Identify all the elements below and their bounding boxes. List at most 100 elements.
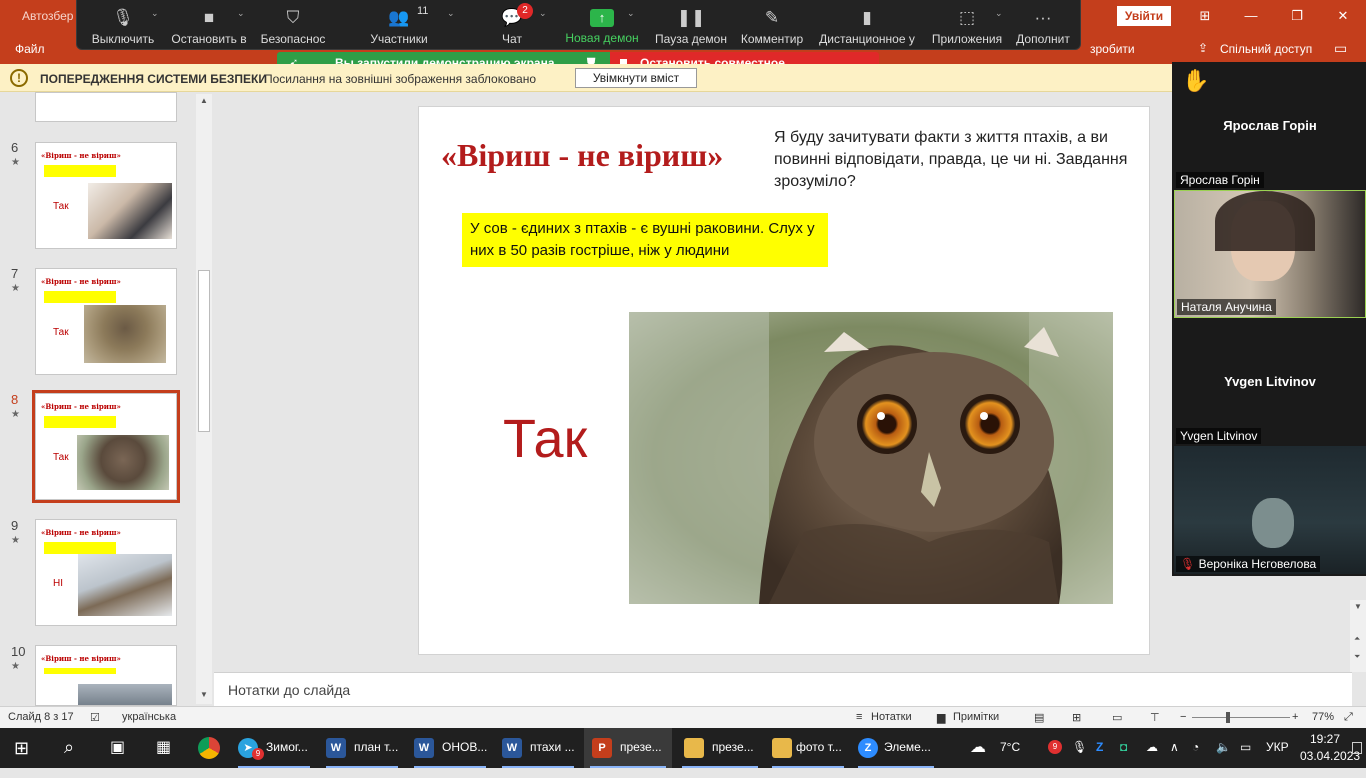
onedrive-icon[interactable]: ☁ <box>1146 740 1158 754</box>
reading-view-icon[interactable]: ▭ <box>1112 711 1122 724</box>
search-icon[interactable]: ⌕ <box>64 737 74 777</box>
tray-badge[interactable]: 9 <box>1048 740 1062 754</box>
windows-start-icon[interactable]: ⊞ <box>14 738 29 778</box>
more-button[interactable]: ··· Дополнит <box>1011 0 1075 50</box>
zoom-slider-thumb[interactable] <box>1226 712 1230 723</box>
comments-icon[interactable]: ▆ <box>937 711 945 724</box>
pause-share-button[interactable]: ❚❚ Пауза демон <box>653 0 729 50</box>
tab-file[interactable]: Файл <box>15 42 45 56</box>
task-view-icon[interactable]: ▣ <box>110 737 125 777</box>
chat-button[interactable]: 💬 Чат 2 ⌄ <box>477 0 547 50</box>
slideshow-icon[interactable]: ⊤ <box>1150 711 1160 724</box>
annotate-button[interactable]: ✎ Комментир <box>739 0 805 50</box>
new-share-button[interactable]: ↑ Новая демон ⌄ <box>563 0 641 50</box>
taskbar-app-telegram[interactable]: ➤ 9 Зимог... <box>232 728 316 768</box>
mute-button[interactable]: 🎙 Выключить ⌄ <box>85 0 161 50</box>
taskbar-app-powerpoint[interactable]: P презе... <box>584 728 672 768</box>
wifi-icon[interactable]: ◔ <box>1192 740 1199 754</box>
comment-icon[interactable]: ▭ <box>1334 40 1347 57</box>
calculator-icon[interactable]: ▦ <box>156 737 171 777</box>
zoom-level[interactable]: 77% <box>1312 711 1334 723</box>
fit-to-window-icon[interactable]: ⤢ <box>1344 711 1353 724</box>
fact-text-box[interactable]: У сов - єдиних з птахів - є вушні ракови… <box>462 213 828 267</box>
chevron-down-icon[interactable]: ⌄ <box>237 8 245 19</box>
scroll-down-icon[interactable]: ▼ <box>200 690 208 699</box>
notes-icon[interactable]: ≡ <box>856 711 862 723</box>
minimize-icon[interactable]: — <box>1236 6 1266 26</box>
participants-button[interactable]: 👥 Участники 11 ⌄ <box>359 0 454 50</box>
battery-icon[interactable]: ▭ <box>1240 740 1251 754</box>
chevron-down-icon[interactable]: ⌄ <box>995 8 1003 19</box>
tray-app-icon[interactable]: ◘ <box>1120 740 1127 754</box>
enable-content-button[interactable]: Увімкнути вміст <box>575 68 697 88</box>
scroll-down-icon[interactable]: ▼ <box>1354 602 1362 611</box>
weather-temperature[interactable]: 7°C <box>1000 740 1020 754</box>
notes-pane[interactable]: Нотатки до слайда <box>214 672 1352 706</box>
share-button[interactable]: Спільний доступ <box>1220 42 1312 56</box>
slide-thumbnail-partial[interactable] <box>35 92 177 122</box>
close-icon[interactable]: ✕ <box>1328 6 1358 26</box>
slide-thumbnail-8[interactable]: «Віриш - не віриш» Так <box>32 390 180 503</box>
chevron-up-icon[interactable]: ∧ <box>1170 740 1179 754</box>
chrome-icon[interactable] <box>198 737 220 759</box>
scroll-up-icon[interactable]: ▲ <box>200 96 208 105</box>
clock-time[interactable]: 19:27 <box>1310 732 1340 746</box>
previous-slide-icon[interactable]: ⏶ <box>1354 634 1360 644</box>
volume-icon[interactable]: 🔈 <box>1216 740 1231 754</box>
chat-badge: 2 <box>517 3 533 19</box>
scrollbar-thumb[interactable] <box>198 270 210 432</box>
owl-image[interactable] <box>629 312 1113 604</box>
app-title: Автозбер <box>22 9 74 23</box>
ribbon-display-icon[interactable]: ⊞ <box>1190 6 1220 26</box>
zoom-slider[interactable] <box>1192 717 1290 718</box>
notifications-icon[interactable] <box>1352 742 1362 754</box>
comments-toggle[interactable]: Примітки <box>953 711 999 723</box>
slide-intro-text[interactable]: Я буду зачитувати факти з життя птахів, … <box>774 127 1134 193</box>
weather-icon[interactable]: ☁ <box>970 737 986 757</box>
owl-image <box>77 435 169 490</box>
slide-thumbnail-6[interactable]: «Віриш - не віриш» Так <box>35 142 177 249</box>
chevron-down-icon[interactable]: ⌄ <box>539 8 547 19</box>
slide-sorter-icon[interactable]: ⊞ <box>1072 711 1081 724</box>
thumbnail-scrollbar[interactable]: ▲ ▼ <box>196 94 212 704</box>
answer-text[interactable]: Так <box>503 408 587 470</box>
taskbar-app-word-2[interactable]: W ОНОВ... <box>408 728 492 768</box>
slide-thumbnail-10[interactable]: «Віриш - не віриш» <box>35 645 177 706</box>
participant-tile[interactable]: Ярослав Горін Ярослав Горін <box>1174 106 1366 190</box>
language-indicator[interactable]: українська <box>122 711 176 723</box>
chevron-down-icon[interactable]: ⌄ <box>627 8 635 19</box>
spellcheck-icon[interactable]: ☑ <box>90 711 100 724</box>
participant-video-tile[interactable]: Наталя Анучина <box>1174 190 1366 318</box>
stop-video-button[interactable]: ■ Остановить в ⌄ <box>169 0 249 50</box>
slide-thumbnail-7[interactable]: «Віриш - не віриш» Так <box>35 268 177 375</box>
chevron-down-icon[interactable]: ⌄ <box>447 8 455 19</box>
slide-thumbnail-9[interactable]: «Віриш - не віриш» НІ <box>35 519 177 626</box>
keyboard-language[interactable]: УКР <box>1266 740 1289 754</box>
normal-view-icon[interactable]: ▤ <box>1034 711 1044 724</box>
zoom-in-icon[interactable]: + <box>1292 711 1298 723</box>
chevron-down-icon[interactable]: ⌄ <box>151 8 159 19</box>
share-icon[interactable]: ⇪ <box>1198 41 1208 55</box>
taskbar-app-word-1[interactable]: W план т... <box>320 728 404 768</box>
taskbar-app-zoom[interactable]: Z Элеме... <box>852 728 940 768</box>
star-icon: ★ <box>11 157 20 168</box>
participant-tile[interactable]: Yvgen Litvinov Yvgen Litvinov <box>1174 318 1366 446</box>
tell-me-search[interactable]: зробити <box>1090 42 1135 56</box>
slide-scrollbar[interactable]: ▼ ⏶ ⏷ <box>1350 600 1366 672</box>
maximize-icon[interactable]: ❐ <box>1282 6 1312 26</box>
participant-video-tile[interactable]: 🎙 Вероніка Нєговелова <box>1174 446 1366 574</box>
notes-toggle[interactable]: Нотатки <box>871 711 912 723</box>
zoom-tray-icon[interactable]: Z <box>1096 740 1103 754</box>
slide-title[interactable]: «Віриш - не віриш» <box>441 137 723 174</box>
taskbar-app-word-3[interactable]: W птахи ... <box>496 728 580 768</box>
remote-control-button[interactable]: ▮ Дистанционное у <box>817 0 917 50</box>
microphone-icon[interactable]: 🎙 <box>1072 740 1087 754</box>
next-slide-icon[interactable]: ⏷ <box>1354 652 1360 662</box>
apps-button[interactable]: ⬚ Приложения ⌄ <box>929 0 1005 50</box>
login-button[interactable]: Увійти <box>1117 6 1171 26</box>
zoom-out-icon[interactable]: − <box>1180 711 1186 723</box>
taskbar-app-folder-2[interactable]: фото т... <box>766 728 850 768</box>
security-title: ПОПЕРЕДЖЕННЯ СИСТЕМИ БЕЗПЕКИ <box>40 72 267 86</box>
taskbar-app-folder-1[interactable]: презе... <box>676 728 764 768</box>
security-button[interactable]: ⛉ Безопаснос <box>257 0 329 50</box>
